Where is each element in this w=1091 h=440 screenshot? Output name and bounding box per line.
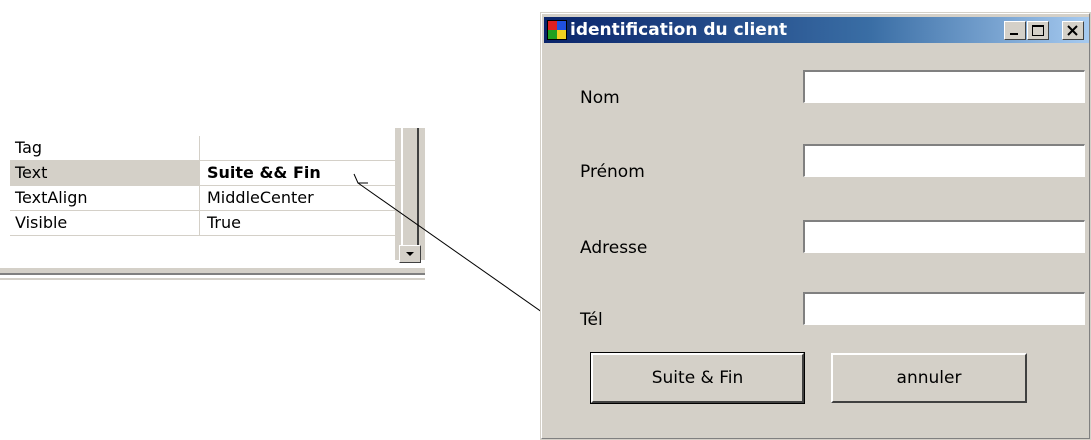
nom-label: Nom	[580, 88, 620, 108]
property-value[interactable]: Suite && Fin	[202, 161, 395, 185]
scroll-down-button[interactable]	[399, 245, 421, 263]
property-row-visible[interactable]: Visible True	[10, 211, 395, 236]
minimize-icon	[1010, 33, 1018, 35]
property-row-text[interactable]: Text Suite && Fin	[10, 161, 395, 186]
title-bar[interactable]: identification du client	[544, 17, 1089, 43]
suite-fin-button[interactable]: Suite & Fin	[590, 352, 805, 404]
nom-input[interactable]	[803, 70, 1085, 103]
property-value[interactable]	[202, 136, 395, 160]
dialog-window: identification du client Nom Prénom Adre…	[540, 12, 1091, 440]
property-name: TextAlign	[10, 186, 200, 210]
app-icon	[547, 20, 567, 40]
property-grid-divider	[0, 278, 425, 280]
close-button[interactable]	[1062, 21, 1084, 40]
window-title: identification du client	[570, 20, 788, 40]
property-name: Tag	[10, 136, 200, 160]
property-name: Visible	[10, 211, 200, 235]
tel-input[interactable]	[803, 292, 1085, 325]
property-grid-table: Tag Text Suite && Fin TextAlign MiddleCe…	[10, 128, 396, 260]
adresse-input[interactable]	[803, 220, 1085, 253]
close-icon	[1067, 25, 1078, 36]
annuler-button[interactable]: annuler	[831, 353, 1027, 403]
vertical-scrollbar[interactable]	[395, 128, 425, 263]
scrollbar-thumb[interactable]	[401, 128, 419, 245]
adresse-label: Adresse	[580, 238, 648, 258]
tel-label: Tél	[580, 310, 603, 330]
property-grid-bottom-border	[0, 268, 425, 275]
maximize-button[interactable]	[1027, 21, 1049, 40]
property-value[interactable]: True	[202, 211, 395, 235]
property-row-tag[interactable]: Tag	[10, 136, 395, 161]
property-name: Text	[10, 161, 200, 185]
property-value[interactable]: MiddleCenter	[202, 186, 395, 210]
property-grid: Tag Text Suite && Fin TextAlign MiddleCe…	[0, 128, 425, 286]
property-grid-margin	[0, 128, 10, 260]
chevron-down-icon	[406, 252, 414, 256]
maximize-icon	[1032, 25, 1044, 36]
minimize-button[interactable]	[1004, 21, 1026, 40]
prenom-label: Prénom	[580, 162, 645, 182]
prenom-input[interactable]	[803, 144, 1085, 177]
property-row-textalign[interactable]: TextAlign MiddleCenter	[10, 186, 395, 211]
scrollbar-track[interactable]	[399, 128, 421, 245]
